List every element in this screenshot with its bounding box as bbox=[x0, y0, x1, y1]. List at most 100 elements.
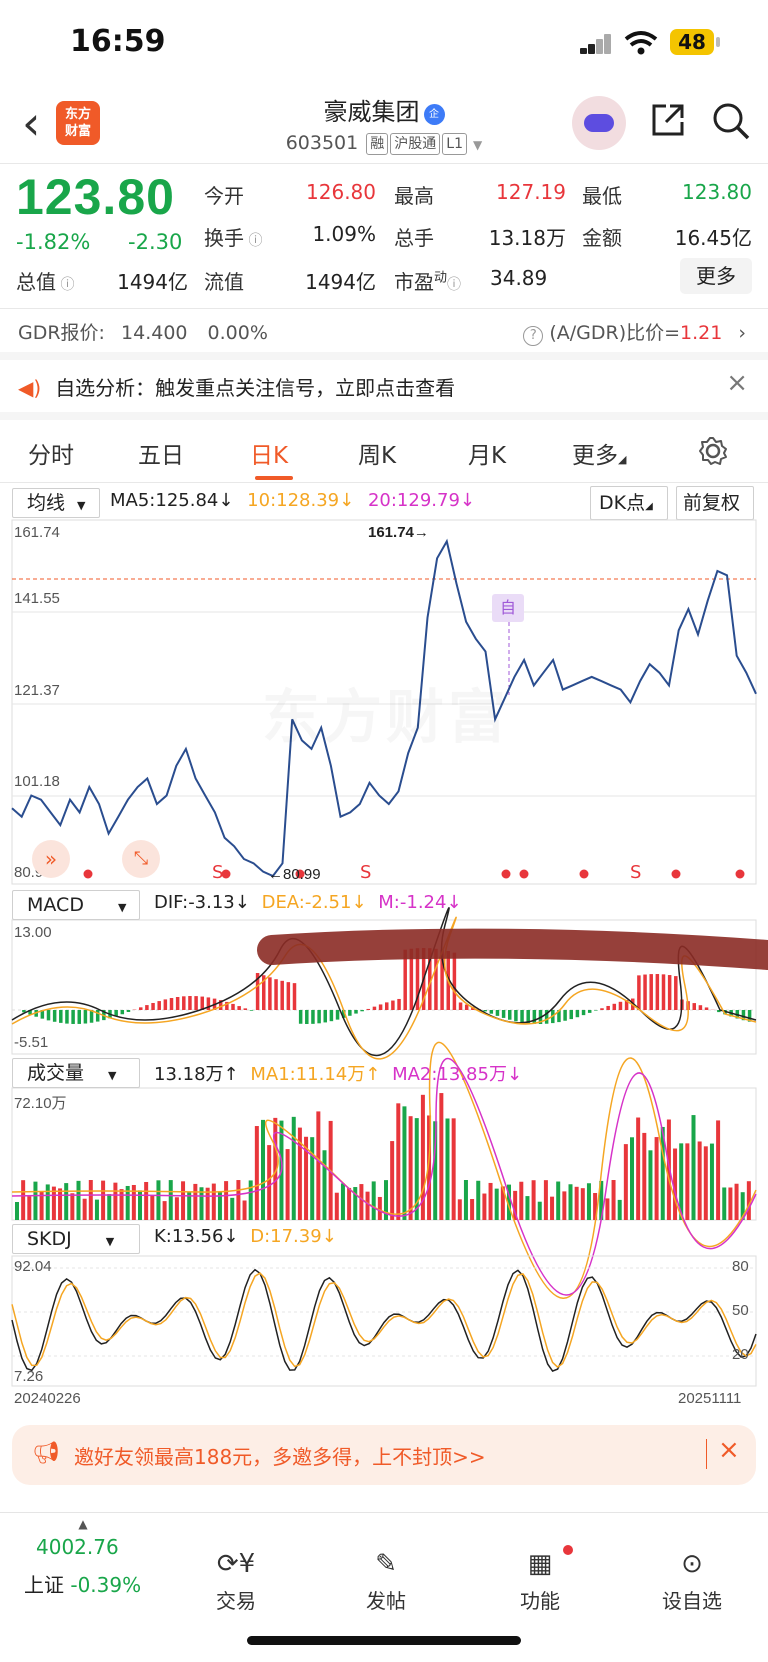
low-marker: ←80.99 bbox=[268, 866, 321, 883]
tab-weekly-k[interactable]: 周K bbox=[358, 436, 396, 470]
macd-bar bbox=[274, 979, 278, 1010]
notice-text: 自选分析：触发重点关注信号，立即点击查看 bbox=[55, 376, 456, 400]
volume-bar bbox=[408, 1116, 413, 1220]
label-amount: 金额 bbox=[582, 226, 622, 250]
macd-bar bbox=[360, 1010, 364, 1012]
macd-bar bbox=[569, 1010, 573, 1020]
volume-bar bbox=[427, 1115, 432, 1220]
promo-banner[interactable]: 📢︎ 邀好友领最高188元，多邀多得，上不封顶>> × bbox=[12, 1425, 756, 1485]
volume-bar bbox=[500, 1186, 505, 1220]
close-icon[interactable]: × bbox=[726, 368, 748, 398]
adjust-button[interactable]: 前复权 bbox=[676, 486, 754, 520]
gdr-row[interactable]: GDR报价: 14.400 0.00% bbox=[18, 318, 268, 345]
macd-bar bbox=[378, 1004, 383, 1010]
promo-separator bbox=[706, 1439, 707, 1469]
macd-bar bbox=[563, 1010, 567, 1021]
macd-bar bbox=[637, 975, 641, 1010]
macd-bar bbox=[606, 1005, 610, 1010]
volume-selector[interactable]: 成交量 ▼ bbox=[12, 1058, 140, 1088]
dk-point-button[interactable]: DK点◢ bbox=[590, 486, 668, 520]
macd-selector[interactable]: MACD ▼ bbox=[12, 890, 140, 920]
macd-bar bbox=[452, 952, 457, 1010]
volume-bar bbox=[82, 1198, 87, 1220]
volume-bar bbox=[144, 1181, 149, 1220]
status-bar: 16:59 48 bbox=[0, 0, 768, 90]
macd-legend: DIF:-3.13↓ DEA:-2.51↓ M:-1.24↓ bbox=[154, 892, 462, 913]
volume-bar bbox=[254, 1126, 259, 1220]
caret-down-icon[interactable]: ▼ bbox=[473, 138, 482, 152]
volume-bar bbox=[291, 1116, 296, 1220]
macd-bar bbox=[428, 948, 432, 1010]
volume-bar bbox=[451, 1118, 456, 1220]
macd-bar bbox=[329, 1010, 334, 1022]
change-value: -2.30 bbox=[128, 230, 183, 254]
nav-add-watchlist[interactable]: ⊙ 设自选 bbox=[642, 1549, 742, 1614]
ma10-value: 10:128.39 bbox=[247, 490, 340, 511]
share-icon[interactable] bbox=[650, 102, 686, 138]
tab-monthly-k[interactable]: 月K bbox=[468, 436, 506, 470]
battery-icon: 48 bbox=[670, 29, 714, 55]
value-low: 123.80 bbox=[682, 180, 752, 204]
macd-bar bbox=[218, 1000, 223, 1010]
volume-bar bbox=[685, 1143, 690, 1220]
volume-bar bbox=[482, 1193, 487, 1220]
volume-bar bbox=[316, 1111, 321, 1220]
search-icon[interactable] bbox=[712, 102, 750, 140]
fullscreen-icon[interactable]: ⤡ bbox=[122, 840, 160, 878]
tab-intraday[interactable]: 分时 bbox=[28, 436, 74, 470]
macd-bar bbox=[28, 1010, 32, 1015]
volume-bar bbox=[642, 1132, 647, 1220]
volume-bar bbox=[236, 1180, 241, 1220]
volume-bar bbox=[322, 1150, 327, 1220]
skdj-selector[interactable]: SKDJ ▼ bbox=[12, 1224, 140, 1254]
nav-post[interactable]: ✎ 发帖 bbox=[336, 1549, 436, 1614]
index-row[interactable]: 上证 -0.39% bbox=[24, 1569, 141, 1598]
macd-bar bbox=[335, 1010, 340, 1020]
more-button[interactable]: 更多 bbox=[680, 258, 752, 294]
volume-bar bbox=[734, 1183, 739, 1220]
volume-bar bbox=[125, 1185, 130, 1220]
home-indicator bbox=[247, 1636, 521, 1645]
skdj-y-top: 92.04 bbox=[14, 1258, 52, 1275]
gdr-price: 14.400 bbox=[121, 322, 188, 344]
macd-frame bbox=[11, 919, 757, 1055]
y-label-4: 101.18 bbox=[14, 773, 60, 790]
skdj-frame bbox=[11, 1255, 757, 1387]
macd-bar bbox=[489, 1010, 494, 1014]
volume-bar bbox=[365, 1191, 370, 1220]
macd-dea: DEA:-2.51 bbox=[261, 892, 352, 913]
signal-dot bbox=[671, 869, 681, 879]
close-icon[interactable]: × bbox=[718, 1435, 740, 1465]
volume-bar bbox=[150, 1195, 155, 1220]
volume-bar bbox=[242, 1200, 247, 1220]
macd-bar bbox=[735, 1010, 740, 1019]
tab-five-day[interactable]: 五日 bbox=[138, 436, 184, 470]
volume-bar bbox=[371, 1181, 376, 1220]
ma-selector[interactable]: 均线 ▼ bbox=[12, 488, 100, 518]
settings-gear-icon[interactable] bbox=[698, 436, 728, 466]
gdr-ratio[interactable]: ? (A/GDR)比价=1.21 › bbox=[523, 318, 746, 346]
macd-bar bbox=[305, 1010, 309, 1024]
macd-bar bbox=[59, 1010, 63, 1023]
macd-bar bbox=[483, 1010, 487, 1012]
macd-bar bbox=[341, 1010, 346, 1018]
value-total-value: 1494亿 bbox=[117, 270, 188, 294]
skdj-d: D:17.39 bbox=[250, 1226, 322, 1247]
tab-daily-k[interactable]: 日K bbox=[250, 436, 288, 470]
tab-more[interactable]: 更多◢ bbox=[572, 436, 626, 470]
self-select-tag[interactable]: 自 bbox=[492, 594, 524, 622]
y-label-max: 161.74 bbox=[14, 524, 60, 541]
volume-bar bbox=[347, 1187, 352, 1220]
index-value[interactable]: 4002.76 bbox=[36, 1535, 119, 1559]
signal-dot bbox=[83, 869, 93, 879]
expand-arrows-icon[interactable]: » bbox=[32, 840, 70, 878]
notice-bar[interactable]: ◀) 自选分析：触发重点关注信号，立即点击查看 bbox=[18, 372, 758, 401]
macd-y-top: 13.00 bbox=[14, 924, 52, 941]
volume-bar bbox=[217, 1192, 222, 1220]
macd-bar bbox=[108, 1010, 112, 1019]
macd-bar bbox=[311, 1010, 315, 1024]
macd-bar bbox=[286, 982, 291, 1010]
volume-bar bbox=[463, 1180, 468, 1220]
nav-trade[interactable]: ⟳¥ 交易 bbox=[186, 1549, 286, 1614]
nav-functions[interactable]: ▦ 功能 bbox=[490, 1549, 590, 1614]
